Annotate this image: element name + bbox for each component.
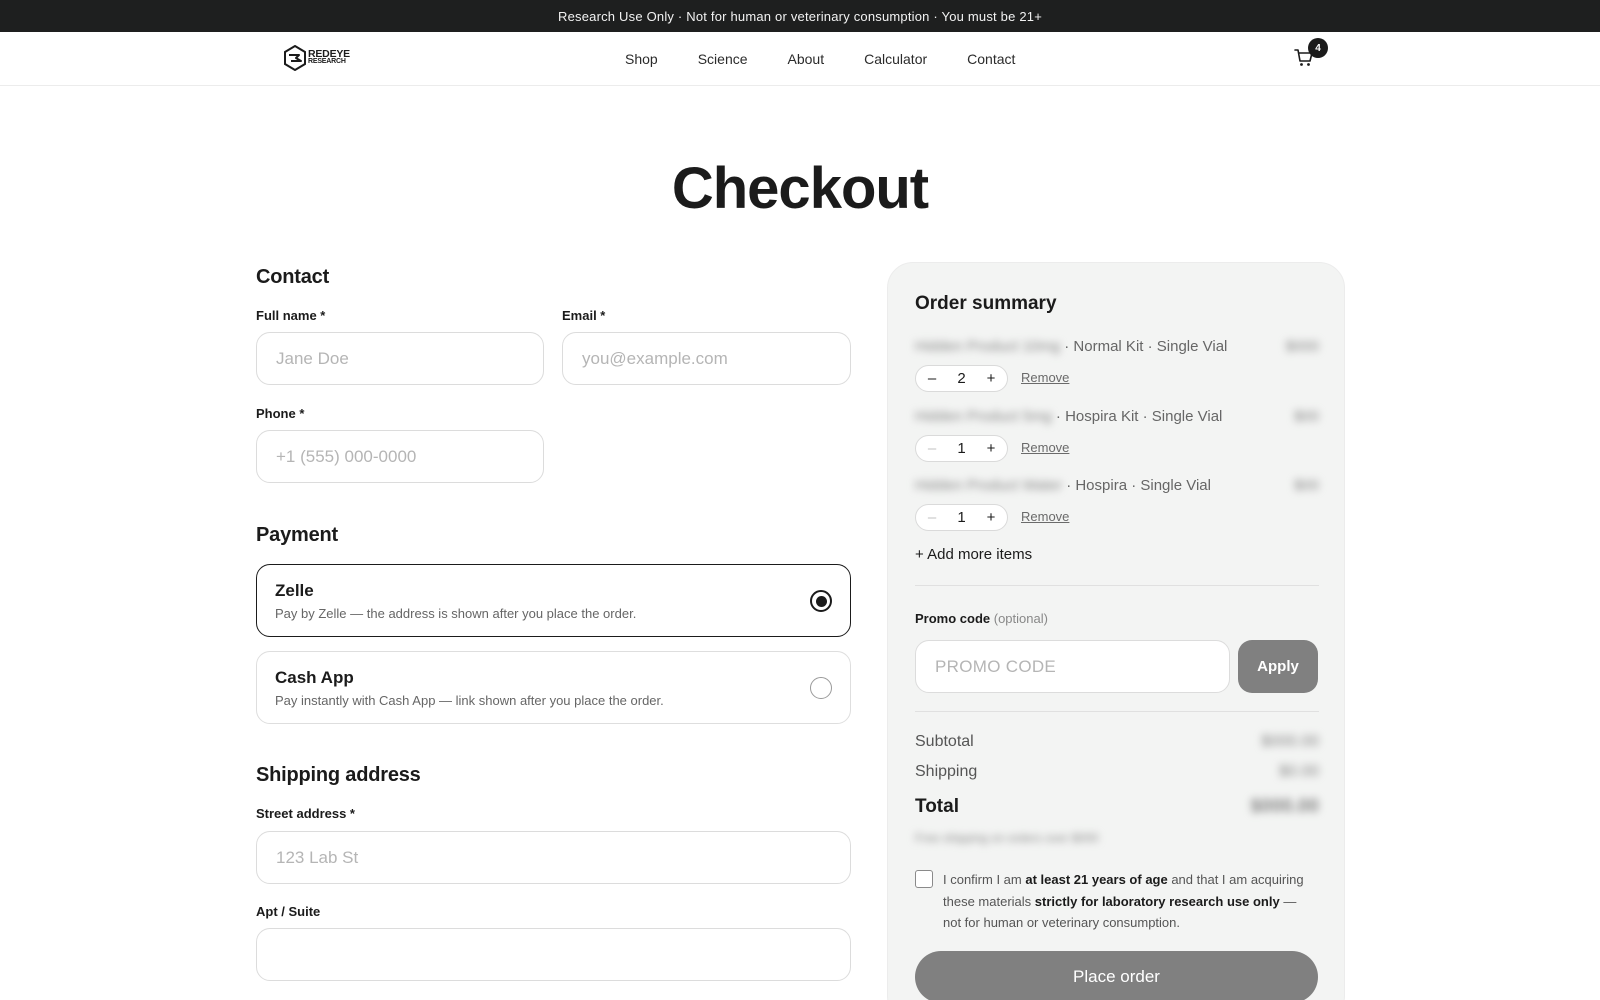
cart-button[interactable]: 4	[1294, 38, 1328, 72]
promo-code-input[interactable]: PROMO CODE	[915, 640, 1230, 693]
shipping-section-title: Shipping address	[256, 764, 421, 786]
cashapp-title: Cash App	[275, 668, 354, 687]
age-confirm-checkbox[interactable]	[915, 870, 933, 888]
cashapp-radio[interactable]	[810, 677, 832, 699]
phone-label: Phone *	[256, 406, 305, 421]
announcement-banner: Research Use Only · Not for human or vet…	[0, 0, 1600, 32]
summary-divider	[915, 585, 1319, 586]
promo-code-label: Promo code (optional)	[915, 611, 1048, 626]
quantity-stepper: – 2 +	[915, 365, 1008, 392]
item-name: Hidden Product 5mg	[915, 408, 1052, 425]
item-name: Hidden Product Water	[915, 477, 1063, 494]
remove-item-link[interactable]: Remove	[1021, 370, 1069, 385]
main-nav: Shop Science About Calculator Contact	[625, 32, 1015, 86]
item-variant: · Hospira · Single Vial	[1066, 477, 1211, 494]
total-value: $000.00	[1250, 796, 1319, 817]
summary-divider	[915, 711, 1319, 712]
nav-shop[interactable]: Shop	[625, 51, 658, 67]
full-name-label: Full name *	[256, 308, 326, 323]
total-label: Total	[915, 796, 959, 817]
age-confirm-text: I confirm I am at least 21 years of age …	[943, 872, 1304, 930]
remove-item-link[interactable]: Remove	[1021, 440, 1069, 455]
place-order-button[interactable]: Place order	[915, 951, 1318, 1000]
apt-input[interactable]	[256, 928, 851, 981]
full-name-input[interactable]: Jane Doe	[256, 332, 544, 385]
item-variant: · Hospira Kit · Single Vial	[1055, 408, 1223, 425]
banner-text: Research Use Only · Not for human or vet…	[558, 8, 1042, 24]
zelle-description: Pay by Zelle — the address is shown afte…	[275, 606, 637, 621]
decrease-qty-button[interactable]: –	[926, 440, 938, 457]
brand-subname: RESEARCH	[308, 58, 346, 65]
item-variant: · Normal Kit · Single Vial	[1064, 338, 1228, 355]
payment-option-cashapp[interactable]: Cash App Pay instantly with Cash App — l…	[256, 651, 851, 724]
item-name: Hidden Product 10mg	[915, 338, 1061, 355]
cashapp-description: Pay instantly with Cash App — link shown…	[275, 693, 664, 708]
apt-label: Apt / Suite	[256, 904, 321, 919]
increase-qty-button[interactable]: +	[985, 509, 997, 526]
item-price: $00	[1293, 408, 1319, 425]
shipping-label: Shipping	[915, 763, 978, 780]
shipping-value: $0.00	[1278, 763, 1319, 780]
apply-promo-button[interactable]: Apply	[1238, 640, 1318, 693]
street-input[interactable]: 123 Lab St	[256, 831, 851, 884]
phone-input[interactable]: +1 (555) 000-0000	[256, 430, 544, 483]
hexagon-logo-icon	[284, 45, 306, 71]
nav-calculator[interactable]: Calculator	[864, 51, 927, 67]
subtotal-row: Subtotal $000.00	[915, 733, 1319, 751]
email-label: Email *	[562, 308, 606, 323]
order-summary-title: Order summary	[915, 293, 1057, 314]
contact-section-title: Contact	[256, 266, 330, 288]
cart-count-badge: 4	[1308, 38, 1328, 58]
brand-logo[interactable]: REDEYE RESEARCH	[284, 45, 350, 71]
shipping-note: Free shipping on orders over $000	[915, 831, 1099, 845]
brand-name: REDEYE	[308, 48, 350, 60]
top-navbar: REDEYE RESEARCH Shop Science About Calcu…	[0, 32, 1600, 86]
total-row: Total $000.00	[915, 796, 1319, 818]
payment-option-zelle[interactable]: Zelle Pay by Zelle — the address is show…	[256, 564, 851, 637]
page-title: Checkout	[671, 156, 929, 221]
email-input[interactable]: you@example.com	[562, 332, 851, 385]
item-price: $00	[1293, 477, 1319, 494]
zelle-title: Zelle	[275, 581, 314, 600]
quantity-value: 2	[957, 370, 966, 387]
quantity-value: 1	[957, 440, 966, 457]
quantity-stepper: – 1 +	[915, 504, 1008, 531]
decrease-qty-button[interactable]: –	[926, 509, 938, 526]
quantity-value: 1	[957, 509, 966, 526]
add-more-items-link[interactable]: + Add more items	[915, 546, 1032, 563]
increase-qty-button[interactable]: +	[985, 370, 997, 387]
item-price: $000	[1285, 338, 1319, 355]
remove-item-link[interactable]: Remove	[1021, 509, 1069, 524]
quantity-stepper: – 1 +	[915, 435, 1008, 462]
increase-qty-button[interactable]: +	[985, 440, 997, 457]
payment-section-title: Payment	[256, 524, 338, 546]
street-label: Street address *	[256, 806, 355, 821]
nav-science[interactable]: Science	[698, 51, 748, 67]
nav-contact[interactable]: Contact	[967, 51, 1015, 67]
subtotal-value: $000.00	[1261, 733, 1319, 750]
subtotal-label: Subtotal	[915, 733, 974, 750]
zelle-radio[interactable]	[810, 590, 832, 612]
shipping-row: Shipping $0.00	[915, 763, 1319, 781]
order-summary-panel: Order summary Hidden Product 10mg · Norm…	[887, 262, 1345, 1000]
nav-about[interactable]: About	[788, 51, 825, 67]
decrease-qty-button[interactable]: –	[926, 370, 938, 387]
